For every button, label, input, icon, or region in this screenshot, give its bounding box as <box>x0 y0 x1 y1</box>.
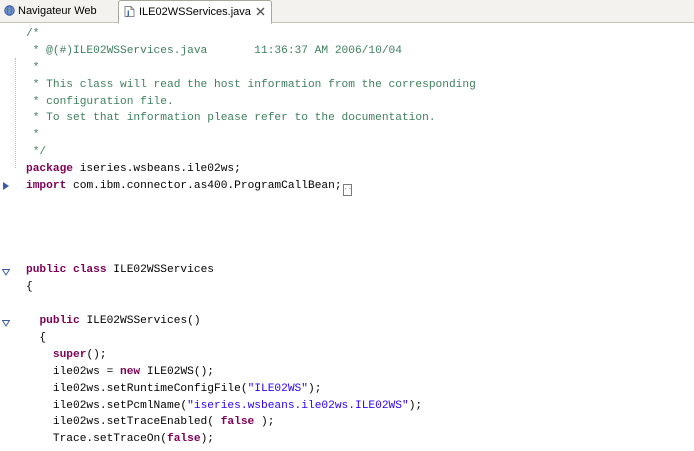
code-token: { <box>26 281 33 294</box>
comment-token: */ <box>26 146 47 159</box>
java-code-editor[interactable]: /* * @(#)ILE02WSServices.java 11:36:37 A… <box>26 26 476 448</box>
code-line: public ILE02WSServices() <box>26 313 476 330</box>
code-token: ); <box>200 433 215 446</box>
code-line: * configuration file. <box>26 94 476 111</box>
tab-ile02wsservices-java[interactable]: J ILE02WSServices.java <box>118 0 272 24</box>
java-file-icon: J <box>124 6 135 17</box>
keyword-token: import <box>26 180 67 193</box>
code-token: ILE02WS(); <box>140 365 215 378</box>
keyword-token: public <box>39 315 80 328</box>
code-line: package iseries.wsbeans.ile02ws; <box>26 161 476 178</box>
code-line: */ <box>26 144 476 161</box>
keyword-token: super <box>52 348 87 361</box>
comment-token: /* <box>26 28 40 40</box>
code-line: * This class will read the host informat… <box>26 77 476 94</box>
string-token: "iseries.wsbeans.ile02ws.ILE02WS" <box>187 399 409 412</box>
globe-icon <box>4 5 15 16</box>
code-token: iseries.wsbeans.ile02ws; <box>73 163 241 176</box>
code-line: ile02ws.setTraceEnabled( false ); <box>26 414 476 431</box>
code-token: ile02ws = <box>26 365 120 378</box>
code-token: com.ibm.connector.as400.ProgramCallBean; <box>66 180 342 193</box>
svg-text:J: J <box>126 9 130 17</box>
collapse-icon[interactable] <box>2 268 10 276</box>
code-line: * <box>26 60 476 77</box>
code-line: { <box>26 279 476 296</box>
code-token: (); <box>86 348 107 361</box>
collapse-icon[interactable] <box>2 319 10 327</box>
code-token: Trace.setTraceOn( <box>26 433 167 446</box>
code-line: super(); <box>26 347 476 364</box>
code-token: ile02ws.setRuntimeConfigFile( <box>26 382 248 395</box>
keyword-token: false <box>167 433 201 446</box>
code-token: ile02ws.setPcmlName( <box>26 399 188 412</box>
editor-tab-bar: Navigateur Web J ILE02WSServices.java <box>0 0 694 24</box>
code-token: ); <box>254 416 275 429</box>
comment-range-marker <box>15 58 17 168</box>
code-token: ); <box>408 399 423 412</box>
keyword-token: package <box>26 163 73 176</box>
code-token: { <box>26 332 47 345</box>
code-line: Trace.setTraceOn(false); <box>26 431 476 448</box>
close-icon[interactable] <box>256 7 265 16</box>
keyword-token: false <box>220 416 255 429</box>
keyword-token: new <box>120 365 141 378</box>
code-line: ile02ws = new ILE02WS(); <box>26 364 476 381</box>
tab-label: ILE02WSServices.java <box>139 6 251 18</box>
code-line: /* <box>26 26 476 43</box>
code-token: ILE02WSServices() <box>79 315 201 328</box>
comment-token: * configuration file. <box>26 95 174 108</box>
comment-token: * To set that information please refer t… <box>26 112 436 125</box>
code-line: ile02ws.setPcmlName("iseries.wsbeans.ile… <box>26 398 476 415</box>
editor-ruler <box>0 24 22 451</box>
string-token: "ILE02WS" <box>247 382 308 395</box>
comment-token: * @(#)ILE02WSServices.java 11:36:37 AM 2… <box>26 44 402 57</box>
code-token: ); <box>308 382 322 395</box>
code-token: ile02ws.setTraceEnabled( <box>26 416 221 429</box>
comment-token: * This class will read the host informat… <box>26 78 476 91</box>
code-line: { <box>26 330 476 347</box>
tab-navigateur-web[interactable]: Navigateur Web <box>0 0 118 23</box>
code-line: * To set that information please refer t… <box>26 110 476 127</box>
code-line: * <box>26 127 476 144</box>
comment-token: * <box>26 61 40 74</box>
code-line: * @(#)ILE02WSServices.java 11:36:37 AM 2… <box>26 43 476 60</box>
code-line: public class ILE02WSServices <box>26 262 476 279</box>
expand-icon[interactable] <box>2 182 10 190</box>
keyword-token: public class <box>26 264 107 277</box>
code-line: ile02ws.setRuntimeConfigFile("ILE02WS"); <box>26 381 476 398</box>
code-line: import com.ibm.connector.as400.ProgramCa… <box>26 178 476 197</box>
comment-token: * <box>26 129 40 142</box>
tab-label: Navigateur Web <box>18 5 97 17</box>
folded-code-marker[interactable]: .. <box>342 184 352 197</box>
code-token: ILE02WSServices <box>106 264 214 277</box>
